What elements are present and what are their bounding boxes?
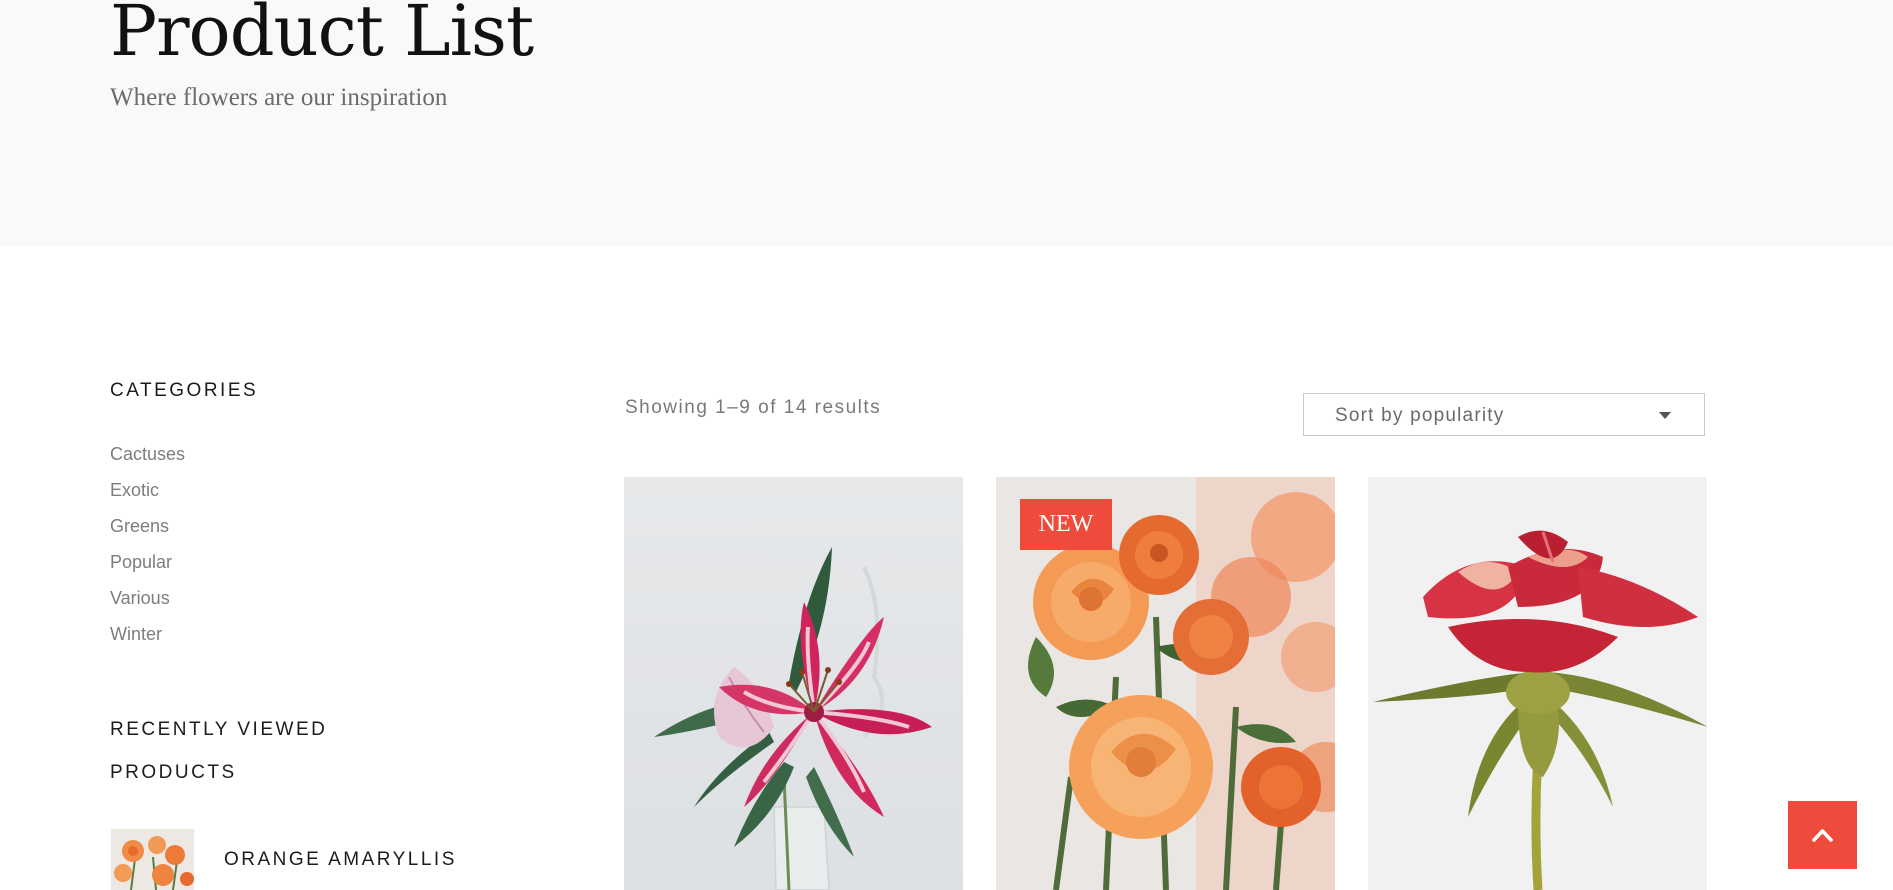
product-card[interactable] <box>624 477 963 890</box>
sort-select[interactable]: Sort by popularity <box>1303 393 1705 436</box>
page-header: Product List Where flowers are our inspi… <box>0 0 1893 246</box>
category-link-exotic[interactable]: Exotic <box>110 477 185 513</box>
product-card[interactable] <box>1368 477 1707 890</box>
sort-selected-value: Sort by popularity <box>1335 405 1505 426</box>
category-link-popular[interactable]: Popular <box>110 549 185 585</box>
product-card[interactable]: NEW <box>996 477 1335 890</box>
recently-viewed-heading-line2: PRODUCTS <box>110 762 237 783</box>
results-count: Showing 1–9 of 14 results <box>625 397 882 418</box>
recent-product-link[interactable]: ORANGE AMARYLLIS <box>224 849 457 871</box>
recent-product-thumbnail[interactable] <box>111 829 194 890</box>
category-link-various[interactable]: Various <box>110 585 185 621</box>
new-badge: NEW <box>1020 499 1112 550</box>
product-image <box>1368 477 1707 890</box>
page-subtitle: Where flowers are our inspiration <box>110 84 448 111</box>
category-link-cactuses[interactable]: Cactuses <box>110 441 185 477</box>
category-link-winter[interactable]: Winter <box>110 621 185 657</box>
chevron-up-icon <box>1812 829 1833 842</box>
back-to-top-button[interactable] <box>1788 801 1857 869</box>
product-image <box>624 477 963 890</box>
categories-heading: CATEGORIES <box>110 380 259 401</box>
recently-viewed-heading-line1: RECENTLY VIEWED <box>110 719 328 740</box>
page-title: Product List <box>110 0 534 72</box>
category-link-greens[interactable]: Greens <box>110 513 185 549</box>
caret-down-icon <box>1659 412 1671 419</box>
categories-list: Cactuses Exotic Greens Popular Various W… <box>110 441 185 657</box>
